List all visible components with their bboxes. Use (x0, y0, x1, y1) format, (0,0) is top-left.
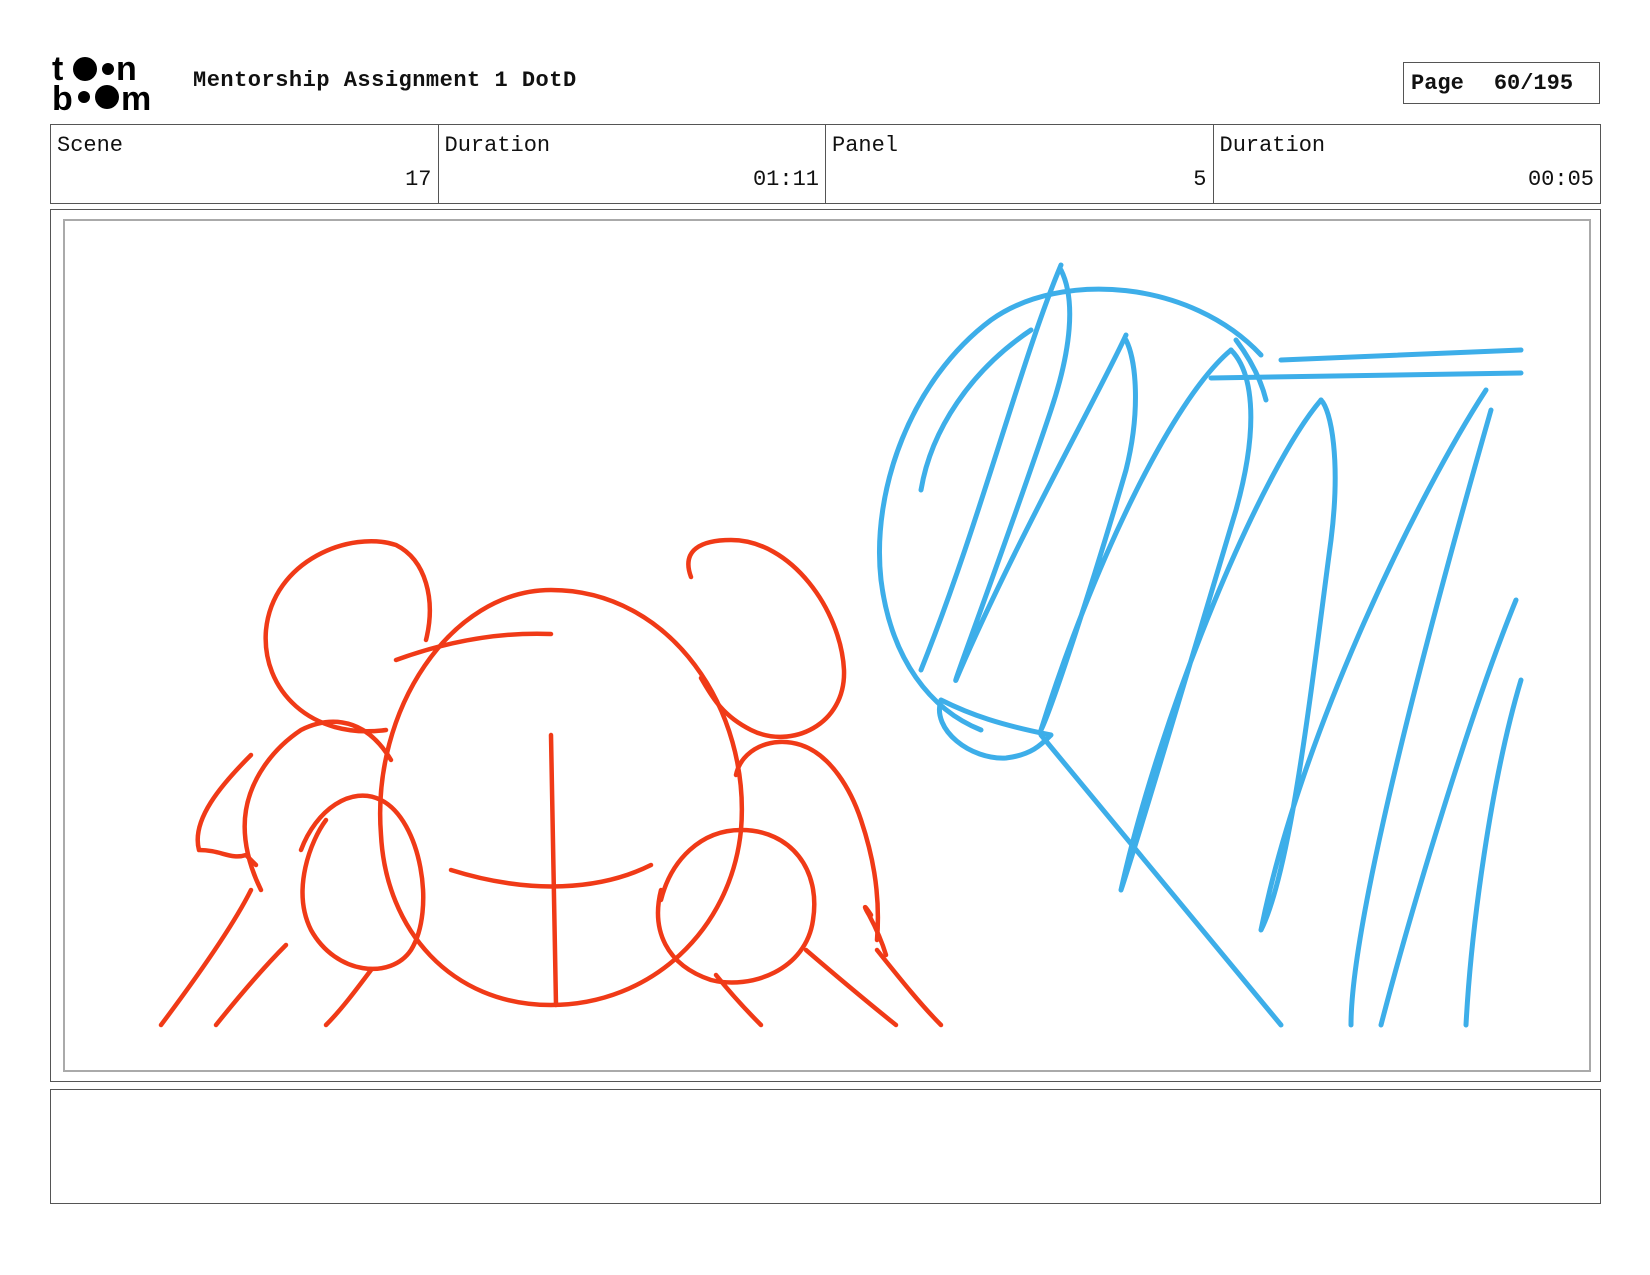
toonboom-logo: t n b m (52, 52, 151, 114)
page-label: Page (1411, 70, 1464, 96)
panel-value: 5 (1193, 167, 1207, 192)
panel-sketch (158, 262, 1524, 1028)
panel-label: Panel (832, 133, 899, 158)
panel-duration-label: Duration (1219, 133, 1326, 158)
foreground-character-sketch (158, 537, 944, 1028)
scene-duration-label: Duration (444, 133, 551, 158)
scene-cell: Scene 17 (51, 125, 439, 203)
panel-duration-value: 00:05 (1527, 167, 1594, 192)
panel-cell: Panel 5 (826, 125, 1214, 203)
document-title: Mentorship Assignment 1 DotD (193, 68, 577, 93)
scene-label: Scene (57, 133, 124, 158)
panel-info-table: Scene 17 Duration 01:11 Panel 5 Duration… (50, 124, 1601, 204)
storyboard-panel (50, 209, 1601, 1082)
panel-duration-cell: Duration 00:05 (1214, 125, 1601, 203)
scene-duration-value: 01:11 (752, 167, 819, 192)
panel-notes-box (50, 1089, 1601, 1204)
svg-text:m: m (121, 80, 151, 114)
svg-text:b: b (52, 80, 73, 114)
page-number: 60/195 (1493, 70, 1574, 96)
scene-value: 17 (405, 167, 432, 192)
background-character-sketch (877, 262, 1524, 1028)
scene-duration-cell: Duration 01:11 (439, 125, 826, 203)
page-indicator: Page 60/195 (1403, 62, 1600, 104)
